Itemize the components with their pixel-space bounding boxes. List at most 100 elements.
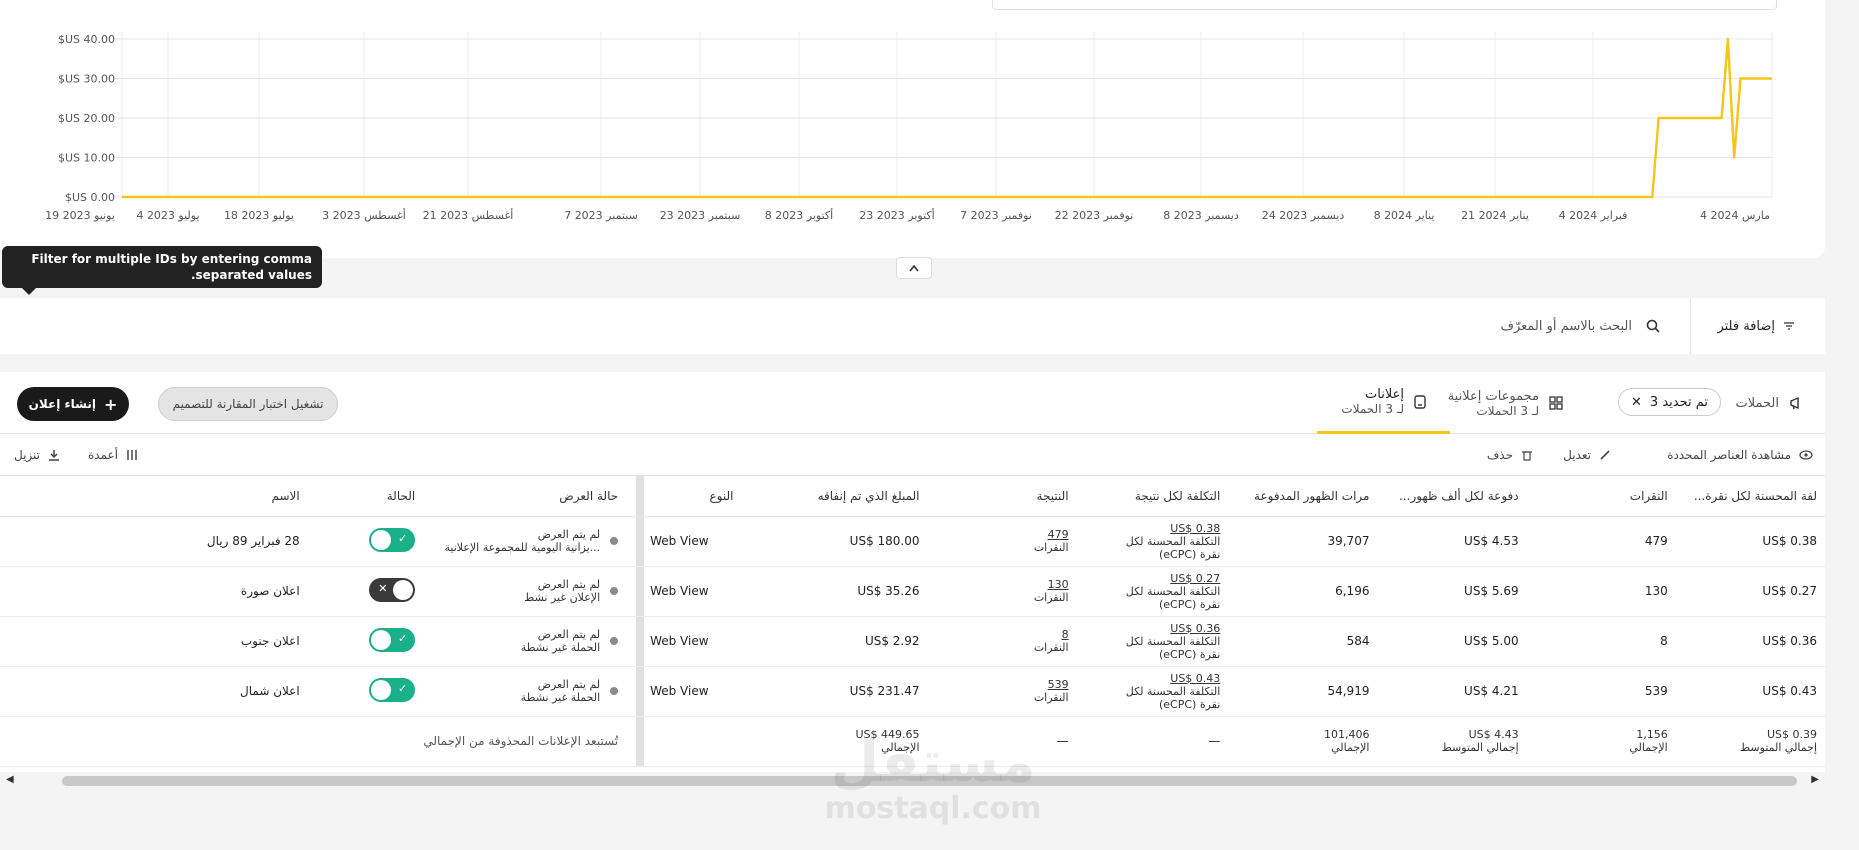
add-filter-button[interactable]: إضافة فلتر	[1690, 298, 1805, 354]
pencil-icon	[1600, 450, 1610, 460]
delivery-status: لم يتم العرض	[537, 678, 601, 691]
delivery-status: لم يتم العرض	[537, 628, 601, 641]
cpm-value: US$ 4.21	[1377, 666, 1527, 717]
col-cpm[interactable]: ...دفوعة لكل ألف ظهور	[1377, 476, 1527, 517]
spend-line-chart: $US 0.00 $US 10.00 $US 20.00 $US 30.00 $US 4…	[45, 32, 1773, 222]
impressions-value: 6,196	[1228, 566, 1378, 617]
columns-icon	[127, 450, 137, 460]
col-result[interactable]: النتيجة	[927, 476, 1077, 517]
watermark: مستقل mostaql.com	[818, 735, 1048, 827]
ad-type: Web View	[644, 516, 764, 567]
x-tick-label: 3 أغسطس 2023	[322, 208, 406, 222]
trash-icon	[1522, 451, 1532, 461]
result-value[interactable]: 8	[928, 628, 1069, 641]
edit-button[interactable]: تعديل	[1563, 434, 1611, 476]
columns-button[interactable]: أعمدة	[88, 434, 138, 476]
delivery-dot-icon	[610, 537, 619, 545]
table-actions: مشاهدة العناصر المحددة تعديل حذف أعمدة ت…	[0, 434, 1825, 476]
delivery-reason: ...يزانية اليومية للمجموعة الإعلانية	[444, 541, 601, 554]
x-tick-label: 24 ديسمبر 2023	[1262, 209, 1345, 222]
x-tick-label: 8 أكتوبر 2023	[765, 208, 833, 222]
table-header-row: الاسم الحالة حالة العرض النوع المبلغ الذ…	[0, 476, 1825, 517]
ad-name[interactable]: اعلان جنوب	[0, 616, 318, 667]
result-value[interactable]: 539	[928, 678, 1069, 691]
y-tick-label: $US 30.00	[58, 73, 115, 86]
status-toggle[interactable]: ✓	[369, 527, 416, 552]
total-impressions-label: الإجمالي	[1331, 741, 1370, 754]
col-name[interactable]: الاسم	[0, 476, 318, 517]
scroll-left-icon[interactable]: ◀	[6, 774, 14, 785]
delivery-dot-icon	[610, 637, 619, 645]
col-cost-per-result[interactable]: التكلفة لكل نتيجة	[1076, 476, 1229, 517]
cost-per-result-value[interactable]: US$ 0.43	[1077, 672, 1220, 685]
clicks-value: 539	[1526, 666, 1676, 717]
collapse-chart-button[interactable]	[896, 257, 932, 279]
tooltip: Filter for multiple IDs by entering comm…	[2, 246, 322, 295]
col-clicks[interactable]: النقرات	[1526, 476, 1676, 517]
delete-button[interactable]: حذف	[1487, 434, 1533, 476]
eye-icon	[1799, 450, 1813, 460]
x-tick-label: 8 يناير 2024	[1374, 209, 1435, 222]
view-selected-button[interactable]: مشاهدة العناصر المحددة	[1667, 434, 1813, 476]
ad-name[interactable]: 28 فبراير 89 ريال	[0, 516, 318, 567]
amount-spent: US$ 180.00	[763, 516, 928, 567]
status-toggle[interactable]: ✕	[369, 577, 416, 602]
col-status[interactable]: الحالة	[317, 476, 428, 517]
total-cpr: —	[1076, 716, 1229, 767]
cost-per-result-value[interactable]: US$ 0.38	[1077, 522, 1220, 535]
x-tick-label: 7 سبتمبر 2023	[564, 209, 638, 222]
table-row[interactable]: 28 فبراير 89 ريال ✓ لم يتم العرض ...يزان…	[0, 516, 1825, 567]
clear-selection-icon[interactable]: ✕	[1631, 395, 1642, 410]
cost-per-result-value[interactable]: US$ 0.36	[1077, 622, 1220, 635]
ecpc-value: US$ 0.27	[1675, 566, 1825, 617]
tab-campaigns[interactable]: الحملات	[1736, 372, 1803, 434]
cost-per-result-value[interactable]: US$ 0.27	[1077, 572, 1220, 585]
delivery-status: لم يتم العرض	[537, 528, 601, 541]
plus-icon: +	[103, 394, 118, 414]
performance-chart-card: $US 0.00 $US 10.00 $US 20.00 $US 30.00 $US 4…	[0, 0, 1825, 258]
view-selected-label: مشاهدة العناصر المحددة	[1667, 448, 1791, 462]
table-row[interactable]: اعلان شمال ✓ لم يتم العرض الحملة غير نشط…	[0, 666, 1825, 717]
ecpc-value: US$ 0.36	[1675, 616, 1825, 667]
frozen-divider[interactable]	[636, 476, 645, 517]
ab-test-button[interactable]: تشغيل اختبار المقارنة للتصميم	[158, 387, 338, 421]
tab-ads-title: إعلانات	[1365, 387, 1404, 402]
amount-spent: US$ 231.47	[763, 666, 928, 717]
result-value[interactable]: 479	[928, 528, 1069, 541]
grid-icon	[1549, 396, 1563, 410]
selected-chip[interactable]: تم تحديد 3 ✕	[1618, 388, 1721, 416]
tab-ads[interactable]: إعلانات لـ 3 الحملات	[1317, 372, 1450, 434]
ad-name[interactable]: اعلان صورة	[0, 566, 318, 617]
result-label: النقرات	[1033, 541, 1069, 554]
totals-note: تُستبعد الإعلانات المحذوفة من الإجمالي	[0, 716, 637, 767]
download-button[interactable]: تنزيل	[14, 434, 60, 476]
filter-icon	[1784, 322, 1794, 330]
search-input[interactable]: البحث بالاسم أو المعرّف	[1501, 298, 1661, 354]
amount-spent: US$ 35.26	[763, 566, 928, 617]
table-row[interactable]: اعلان جنوب ✓ لم يتم العرض الحملة غير نشط…	[0, 616, 1825, 667]
status-toggle[interactable]: ✓	[369, 677, 416, 702]
delivery-dot-icon	[610, 687, 619, 695]
download-label: تنزيل	[14, 448, 41, 462]
create-ad-button[interactable]: + إنشاء إعلان	[17, 387, 129, 421]
table-row[interactable]: اعلان صورة ✕ لم يتم العرض الإعلان غير نش…	[0, 566, 1825, 617]
ad-name[interactable]: اعلان شمال	[0, 666, 318, 717]
col-impressions[interactable]: مرات الظهور المدفوعة	[1228, 476, 1378, 517]
col-type[interactable]: النوع	[644, 476, 764, 517]
check-icon: ✓	[398, 631, 408, 645]
result-value[interactable]: 130	[928, 578, 1069, 591]
edit-label: تعديل	[1563, 448, 1591, 462]
col-delivery[interactable]: حالة العرض	[427, 476, 637, 517]
level-tabs: الحملات تم تحديد 3 ✕ مجموعات إعلانية لـ 3…	[0, 372, 1825, 434]
tab-adsets-sub: لـ 3 الحملات	[1476, 403, 1539, 418]
status-toggle[interactable]: ✓	[369, 627, 416, 652]
add-filter-label: إضافة فلتر	[1717, 318, 1775, 334]
col-spent[interactable]: المبلغ الذي تم إنفاقه	[763, 476, 928, 517]
cpm-value: US$ 4.53	[1377, 516, 1527, 567]
ad-type: Web View	[644, 616, 764, 667]
scroll-right-icon[interactable]: ▶	[1811, 774, 1819, 785]
tab-adsets[interactable]: مجموعات إعلانية لـ 3 الحملات	[1448, 372, 1563, 434]
y-tick-label: $US 20.00	[58, 112, 115, 125]
col-ecpc[interactable]: ...لفة المحسنة لكل نقرة	[1675, 476, 1825, 517]
x-tick-label: 21 أغسطس 2023	[423, 208, 514, 222]
